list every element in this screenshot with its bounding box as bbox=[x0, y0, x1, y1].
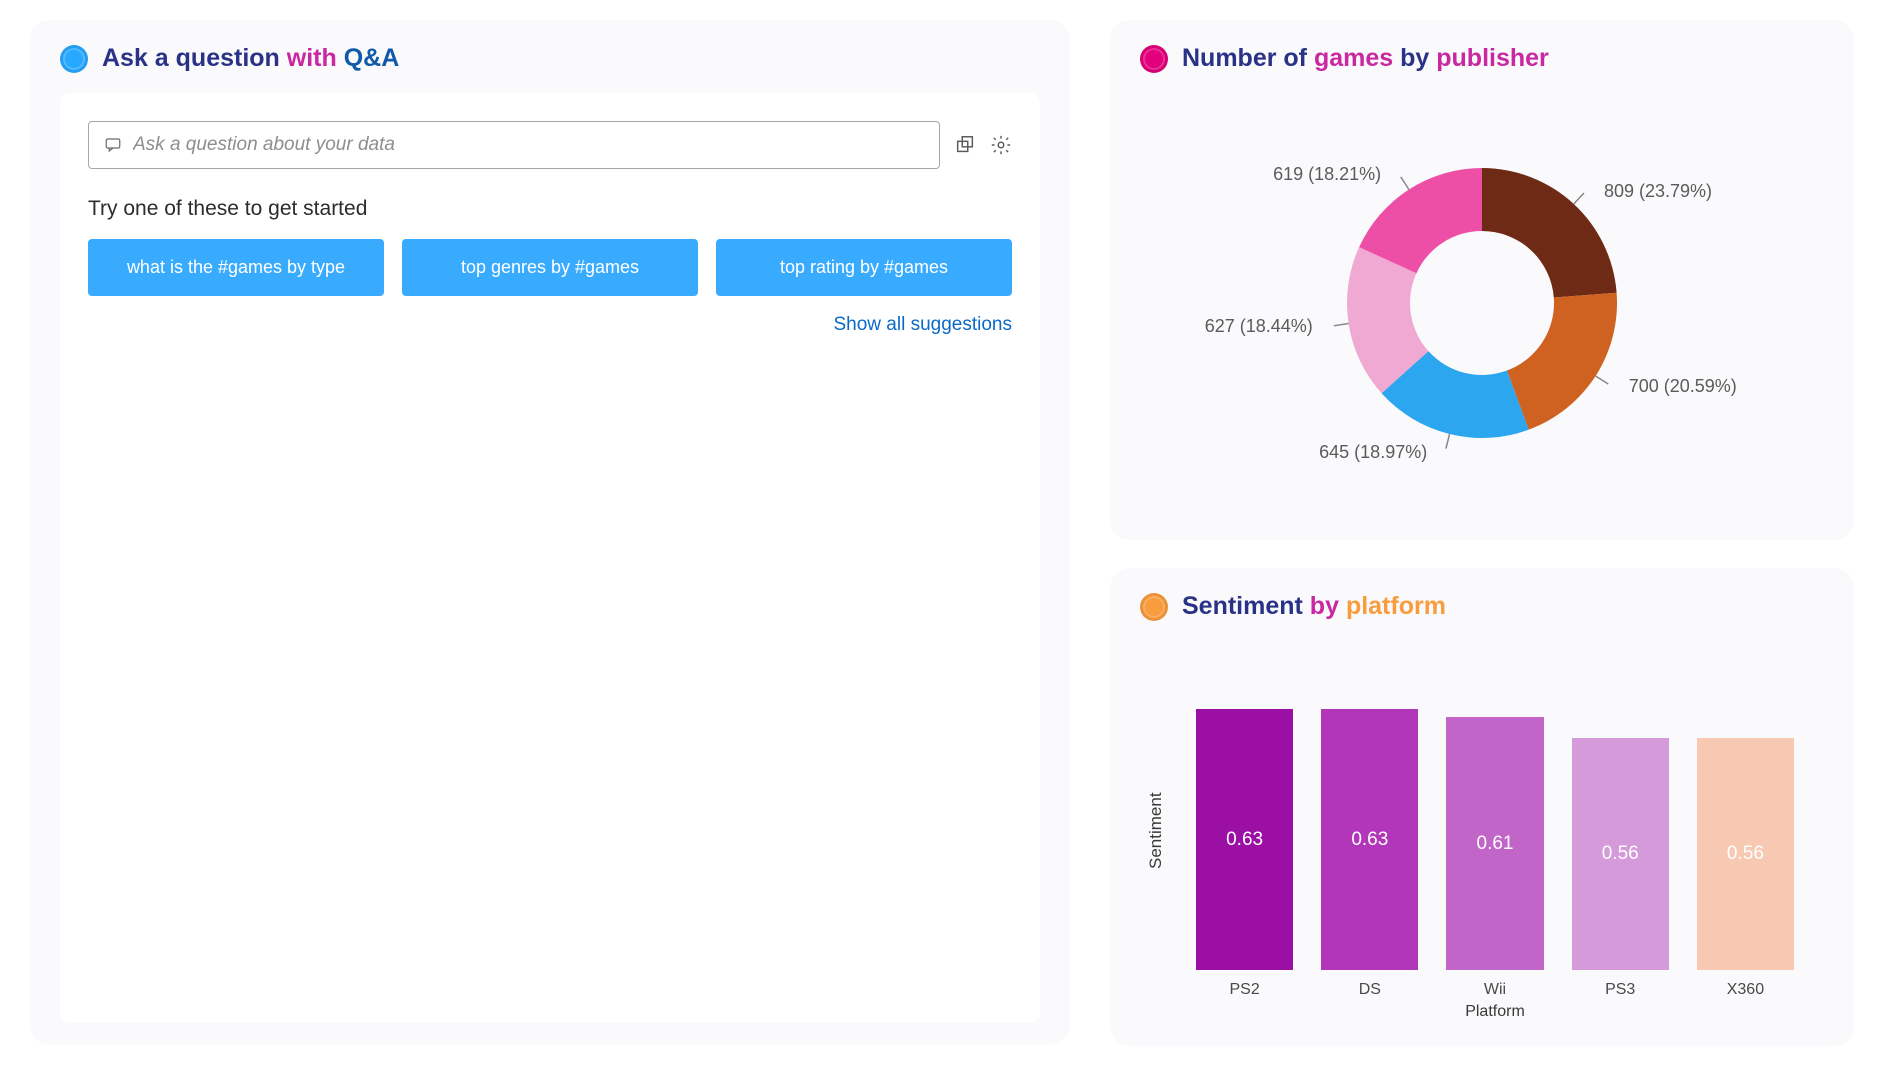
donut-slice-label: 619 (18.21%) bbox=[1273, 164, 1381, 185]
donut-svg bbox=[1332, 153, 1632, 453]
x-axis-label: Platform bbox=[1166, 1003, 1824, 1021]
qna-input[interactable] bbox=[133, 134, 925, 156]
categories-row: PS2 DS Wii PS3 X360 bbox=[1166, 971, 1824, 999]
bar-header: Sentiment by platform bbox=[1140, 592, 1824, 621]
donut-slice-label: 809 (23.79%) bbox=[1604, 181, 1712, 202]
bar-rect[interactable]: 0.63 bbox=[1321, 709, 1418, 970]
bar-item: 0.56 bbox=[1697, 738, 1794, 970]
qna-title: Ask a question with Q&A bbox=[102, 44, 399, 73]
qna-header: Ask a question with Q&A bbox=[60, 44, 1040, 73]
dot-icon bbox=[60, 45, 88, 73]
donut-chart: 809 (23.79%) 700 (20.59%) 645 (18.97%) 627 … bbox=[1140, 93, 1824, 513]
bar-category-label: PS3 bbox=[1572, 981, 1669, 999]
donut-card: Number of games by publisher 809 (23.79%… bbox=[1110, 20, 1854, 540]
bar-item: 0.63 bbox=[1196, 709, 1293, 970]
suggestion-button[interactable]: what is the #games by type bbox=[88, 239, 384, 296]
qna-card: Ask a question with Q&A Try one of these… bbox=[30, 20, 1070, 1045]
donut-slice[interactable] bbox=[1482, 168, 1617, 298]
bar-item: 0.63 bbox=[1321, 709, 1418, 970]
bar-title-part: by bbox=[1303, 592, 1346, 620]
chat-icon bbox=[103, 136, 123, 154]
bars-row: 0.63 0.63 0.61 0.56 0.56 bbox=[1166, 641, 1824, 971]
qna-input-wrap[interactable] bbox=[88, 121, 940, 169]
bar-item: 0.56 bbox=[1572, 738, 1669, 970]
bar-title-part: platform bbox=[1346, 592, 1446, 620]
bar-category-label: DS bbox=[1321, 981, 1418, 999]
dot-icon bbox=[1140, 45, 1168, 73]
donut-slice-label: 645 (18.97%) bbox=[1319, 442, 1427, 463]
donut-slice-label: 700 (20.59%) bbox=[1629, 376, 1737, 397]
donut-title-part: publisher bbox=[1436, 44, 1549, 72]
qna-title-part: Ask a question bbox=[102, 44, 280, 72]
show-all-wrap: Show all suggestions bbox=[88, 314, 1012, 336]
donut-slice-label: 627 (18.44%) bbox=[1205, 316, 1313, 337]
bar-card: Sentiment by platform Sentiment 0.630.63… bbox=[1110, 568, 1854, 1046]
input-row bbox=[88, 121, 1012, 169]
popout-icon[interactable] bbox=[954, 134, 976, 156]
suggestions-row: what is the #games by type top genres by… bbox=[88, 239, 1012, 296]
bar-rect[interactable]: 0.63 bbox=[1196, 709, 1293, 970]
bar-title-part: Sentiment bbox=[1182, 592, 1303, 620]
donut-title: Number of games by publisher bbox=[1182, 44, 1549, 73]
donut-title-part: by bbox=[1393, 44, 1436, 72]
bar-category-label: X360 bbox=[1697, 981, 1794, 999]
suggestion-button[interactable]: top genres by #games bbox=[402, 239, 698, 296]
try-prompt: Try one of these to get started bbox=[88, 197, 1012, 221]
dot-icon bbox=[1140, 593, 1168, 621]
y-axis-label: Sentiment bbox=[1140, 641, 1166, 1021]
donut-slice[interactable] bbox=[1507, 293, 1617, 430]
show-all-link[interactable]: Show all suggestions bbox=[834, 314, 1013, 335]
donut-title-part: Number of bbox=[1182, 44, 1314, 72]
bar-rect[interactable]: 0.61 bbox=[1446, 717, 1543, 970]
bar-item: 0.61 bbox=[1446, 717, 1543, 970]
qna-title-part: with bbox=[280, 44, 344, 72]
qna-title-part: Q&A bbox=[344, 44, 400, 72]
bar-category-label: Wii bbox=[1446, 981, 1543, 999]
donut-title-part: games bbox=[1314, 44, 1393, 72]
bar-rect[interactable]: 0.56 bbox=[1697, 738, 1794, 970]
bars-area: 0.63 0.63 0.61 0.56 0.56 PS2 DS Wii PS3 X360 Pla… bbox=[1166, 641, 1824, 1021]
gear-icon[interactable] bbox=[990, 134, 1012, 156]
suggestion-button[interactable]: top rating by #games bbox=[716, 239, 1012, 296]
bar-category-label: PS2 bbox=[1196, 981, 1293, 999]
bar-rect[interactable]: 0.56 bbox=[1572, 738, 1669, 970]
bar-chart: Sentiment 0.630.630.610.560.56 PS2DSWiiP… bbox=[1140, 641, 1824, 1021]
bar-title: Sentiment by platform bbox=[1182, 592, 1446, 621]
donut-header: Number of games by publisher bbox=[1140, 44, 1824, 73]
qna-body: Try one of these to get started what is … bbox=[60, 93, 1040, 1023]
